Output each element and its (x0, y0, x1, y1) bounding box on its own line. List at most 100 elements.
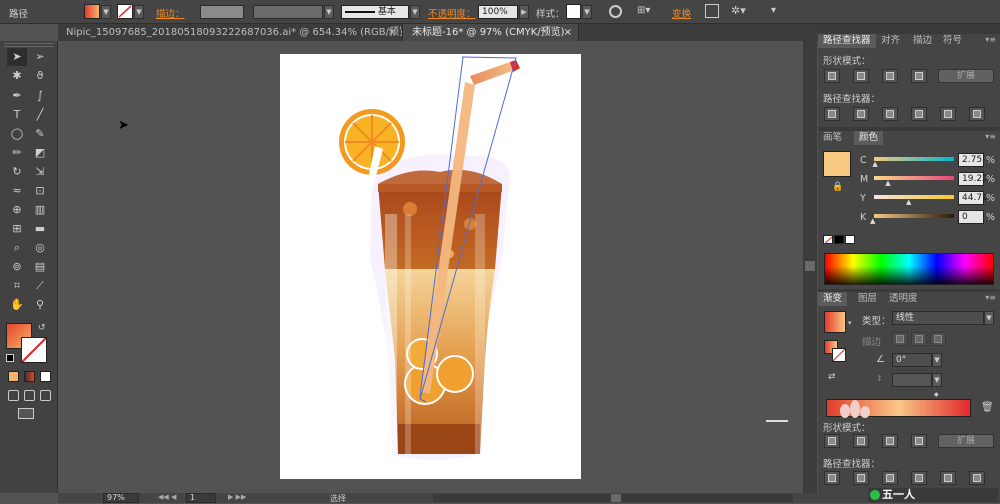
minus-front-icon[interactable] (853, 69, 869, 83)
panel-menu-icon[interactable]: ▾≡ (985, 35, 996, 44)
gradient-thumbnail-dropdown[interactable]: ▾ (848, 319, 852, 327)
channel-value-field[interactable]: 0 (958, 210, 984, 224)
pen-tool-icon[interactable]: ✒ (7, 87, 27, 105)
artboard-tool-icon[interactable]: ⌗ (7, 277, 27, 295)
tab-layers[interactable]: 图层 (853, 292, 882, 306)
outline-icon[interactable] (940, 107, 956, 121)
graphic-style-dropdown[interactable]: ▼ (582, 5, 592, 19)
exclude-icon[interactable] (911, 69, 927, 83)
panel-menu-icon[interactable]: ▾≡ (985, 293, 996, 302)
stroke-along-icon[interactable] (911, 332, 927, 346)
tab-gradient[interactable]: 渐变 (818, 292, 848, 306)
variable-width-dropdown[interactable]: ▼ (324, 5, 334, 19)
tab-brushes[interactable]: 画笔 (818, 131, 847, 145)
recolor-artwork-icon[interactable] (609, 5, 622, 18)
rotate-tool-icon[interactable]: ↻ (7, 163, 27, 181)
direct-selection-tool-icon[interactable]: ➢ (30, 48, 50, 66)
graphic-style-swatch[interactable] (566, 4, 581, 19)
gradient-thumbnail[interactable] (824, 311, 846, 333)
gradient-type-dropdown[interactable]: ▼ (984, 311, 994, 325)
zoom-field[interactable]: 97% (103, 493, 139, 503)
intersect-icon[interactable] (882, 434, 898, 448)
merge-icon[interactable] (882, 471, 898, 485)
type-tool-icon[interactable]: T (7, 106, 27, 124)
next-artboard-icon[interactable]: ▶ ▶▶ (228, 493, 246, 501)
trim-icon[interactable] (853, 107, 869, 121)
unite-icon[interactable] (824, 434, 840, 448)
gradient-stroke-icon[interactable] (832, 348, 846, 362)
white-color-icon[interactable] (845, 235, 855, 244)
gradient-angle-field[interactable]: 0° (892, 353, 932, 367)
artboard-number-field[interactable]: 1 (186, 493, 216, 503)
pencil-tool-icon[interactable]: ✏ (7, 144, 27, 162)
swap-colors-icon[interactable]: ↺ (38, 323, 46, 333)
opacity-dropdown[interactable]: ▶ (519, 5, 529, 19)
none-color-icon[interactable] (823, 235, 833, 245)
artboard[interactable] (280, 54, 581, 479)
gradient-midpoint-icon[interactable]: ◆ (934, 391, 939, 398)
document-tab-2[interactable]: 未标题-16* @ 97% (CMYK/预览) × (404, 24, 579, 41)
fill-dropdown[interactable]: ▼ (101, 5, 111, 19)
channel-value-field[interactable]: 44.71 (958, 191, 988, 205)
opacity-field[interactable]: 100% (478, 5, 518, 19)
draw-normal-icon[interactable] (8, 390, 19, 401)
divide-icon[interactable] (824, 471, 840, 485)
close-tab-icon[interactable]: × (564, 24, 572, 41)
column-graph-tool-icon[interactable]: ▤ (30, 258, 50, 276)
shape-builder-tool-icon[interactable]: ⊕ (7, 201, 27, 219)
scale-tool-icon[interactable]: ⇲ (30, 163, 50, 181)
gradient-aspect-dropdown[interactable]: ▼ (932, 373, 942, 387)
out-of-gamut-icon[interactable]: 🔒 (832, 182, 843, 192)
color-mode-icon[interactable] (8, 371, 19, 382)
stroke-dropdown[interactable]: ▼ (134, 5, 144, 19)
delete-stop-icon[interactable]: 🗑 (981, 402, 994, 413)
screen-mode-icon[interactable] (18, 408, 34, 419)
merge-icon[interactable] (882, 107, 898, 121)
current-color-swatch[interactable] (823, 151, 851, 177)
gradient-type-select[interactable]: 线性 (892, 311, 984, 325)
color-spectrum[interactable] (824, 253, 994, 285)
unite-icon[interactable] (824, 69, 840, 83)
opacity-label-link[interactable]: 不透明度： (428, 6, 476, 20)
curvature-tool-icon[interactable]: ∫ (30, 87, 50, 105)
gradient-stop-handles[interactable] (840, 396, 870, 418)
black-color-icon[interactable] (834, 235, 844, 244)
expand-button-2[interactable]: 扩展 (938, 434, 994, 448)
tab-align[interactable]: 对齐 (876, 34, 905, 48)
document-tab-1[interactable]: Nipic_15097685_20180518093222687036.ai* … (58, 24, 403, 41)
exclude-icon[interactable] (911, 434, 927, 448)
minus-back-icon[interactable] (969, 107, 985, 121)
none-mode-icon[interactable] (40, 371, 51, 382)
graph-tool-icon[interactable]: ▥ (30, 201, 50, 219)
tab-color[interactable]: 颜色 (854, 131, 884, 145)
close-tab-icon[interactable]: × (388, 24, 396, 41)
gradient-aspect-field[interactable] (892, 373, 932, 387)
intersect-icon[interactable] (882, 69, 898, 83)
iced-drink-illustration[interactable] (280, 54, 581, 479)
default-colors-icon[interactable] (6, 354, 14, 362)
stroke-label-link[interactable]: 描边： (156, 6, 185, 20)
channel-slider-track[interactable] (874, 195, 954, 199)
fill-swatch[interactable] (84, 4, 100, 19)
variable-width-field[interactable] (253, 5, 323, 19)
transform-link[interactable]: 变换 (672, 6, 691, 20)
brush-style-dropdown[interactable]: ▼ (410, 5, 420, 19)
paintbrush-tool-icon[interactable]: ✎ (30, 125, 50, 143)
reverse-gradient-icon[interactable]: ⇄ (828, 372, 836, 382)
stroke-swatch[interactable] (117, 4, 133, 19)
stroke-within-icon[interactable] (892, 332, 908, 346)
minus-front-icon[interactable] (853, 434, 869, 448)
prev-artboard-icon[interactable]: ◀◀ ◀ (158, 493, 176, 501)
channel-slider-track[interactable] (874, 157, 954, 161)
stroke-color-box[interactable] (21, 337, 47, 363)
isolate-group-icon[interactable] (705, 4, 719, 18)
eraser-tool-icon[interactable]: ◩ (30, 144, 50, 162)
tab-pathfinder[interactable]: 路径查找器 (818, 34, 876, 48)
canvas-horizontal-scrollbar[interactable] (433, 494, 793, 502)
brush-style-field[interactable]: 基本 (341, 5, 409, 19)
draw-inside-icon[interactable] (40, 390, 51, 401)
channel-slider-handle[interactable]: ▲ (870, 217, 875, 225)
channel-slider-handle[interactable]: ▲ (906, 198, 911, 206)
crop-icon[interactable] (911, 107, 927, 121)
panel-menu-icon[interactable]: ▾ (771, 5, 776, 16)
